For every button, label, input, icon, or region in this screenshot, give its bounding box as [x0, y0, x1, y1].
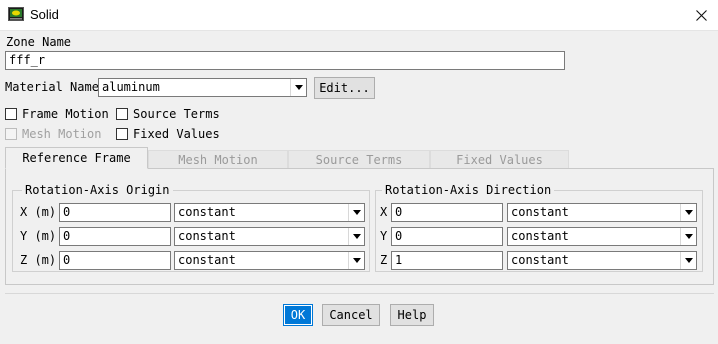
edit-material-button[interactable]: Edit... — [314, 77, 375, 99]
dialog-separator — [5, 293, 714, 294]
zone-name-input[interactable]: fff_r — [5, 51, 565, 70]
close-icon — [695, 9, 707, 21]
origin-z-label: Z (m) — [20, 253, 57, 267]
direction-y-input[interactable]: 0 — [391, 227, 503, 246]
material-select-value: aluminum — [102, 80, 160, 94]
origin-x-label: X (m) — [20, 205, 57, 219]
checkbox-box — [116, 128, 128, 140]
tab-source-terms[interactable]: Source Terms — [288, 150, 430, 168]
help-button[interactable]: Help — [390, 304, 434, 326]
chevron-down-icon — [680, 204, 696, 221]
window-title: Solid — [30, 7, 59, 22]
direction-z-method-value: constant — [511, 253, 569, 267]
frame-motion-checkbox[interactable]: Frame Motion — [5, 107, 109, 121]
direction-z-label: Z — [380, 253, 388, 267]
mesh-motion-checkbox: Mesh Motion — [5, 127, 101, 141]
origin-x-input[interactable]: 0 — [59, 203, 171, 222]
tab-mesh-motion[interactable]: Mesh Motion — [148, 150, 288, 168]
checkbox-box — [116, 108, 128, 120]
origin-z-input[interactable]: 0 — [59, 251, 171, 270]
origin-x-method-select[interactable]: constant — [174, 203, 365, 222]
rotation-axis-direction-title: Rotation-Axis Direction — [382, 183, 555, 197]
source-terms-checkbox[interactable]: Source Terms — [116, 107, 220, 121]
source-terms-label: Source Terms — [133, 107, 220, 121]
origin-z-method-value: constant — [178, 253, 236, 267]
direction-z-input[interactable]: 1 — [391, 251, 503, 270]
chevron-down-icon — [348, 252, 364, 269]
tab-fixed-values[interactable]: Fixed Values — [430, 150, 569, 168]
zone-name-label: Zone Name — [6, 35, 72, 49]
cancel-button[interactable]: Cancel — [322, 304, 380, 326]
fixed-values-label: Fixed Values — [133, 127, 220, 141]
direction-x-method-select[interactable]: constant — [507, 203, 697, 222]
direction-x-method-value: constant — [511, 205, 569, 219]
app-icon — [8, 7, 24, 21]
origin-y-input[interactable]: 0 — [59, 227, 171, 246]
ok-button[interactable]: OK — [283, 304, 313, 326]
close-button[interactable] — [686, 0, 716, 30]
checkbox-box — [5, 128, 17, 140]
material-name-label: Material Name — [5, 80, 99, 94]
checkbox-box — [5, 108, 17, 120]
fixed-values-checkbox[interactable]: Fixed Values — [116, 127, 220, 141]
rotation-axis-origin-title: Rotation-Axis Origin — [22, 183, 173, 197]
chevron-down-icon — [680, 228, 696, 245]
mesh-motion-label: Mesh Motion — [22, 127, 102, 141]
tab-reference-frame[interactable]: Reference Frame — [5, 147, 148, 169]
chevron-down-icon — [290, 79, 306, 96]
origin-z-method-select[interactable]: constant — [174, 251, 365, 270]
direction-x-input[interactable]: 0 — [391, 203, 503, 222]
direction-y-method-value: constant — [511, 229, 569, 243]
origin-y-method-value: constant — [178, 229, 236, 243]
direction-y-label: Y — [380, 229, 388, 243]
direction-y-method-select[interactable]: constant — [507, 227, 697, 246]
frame-motion-label: Frame Motion — [22, 107, 109, 121]
chevron-down-icon — [680, 252, 696, 269]
chevron-down-icon — [348, 228, 364, 245]
title-bar — [0, 0, 718, 31]
direction-z-method-select[interactable]: constant — [507, 251, 697, 270]
origin-x-method-value: constant — [178, 205, 236, 219]
chevron-down-icon — [348, 204, 364, 221]
origin-y-method-select[interactable]: constant — [174, 227, 365, 246]
direction-x-label: X — [380, 205, 388, 219]
material-select[interactable]: aluminum — [98, 78, 307, 97]
origin-y-label: Y (m) — [20, 229, 57, 243]
